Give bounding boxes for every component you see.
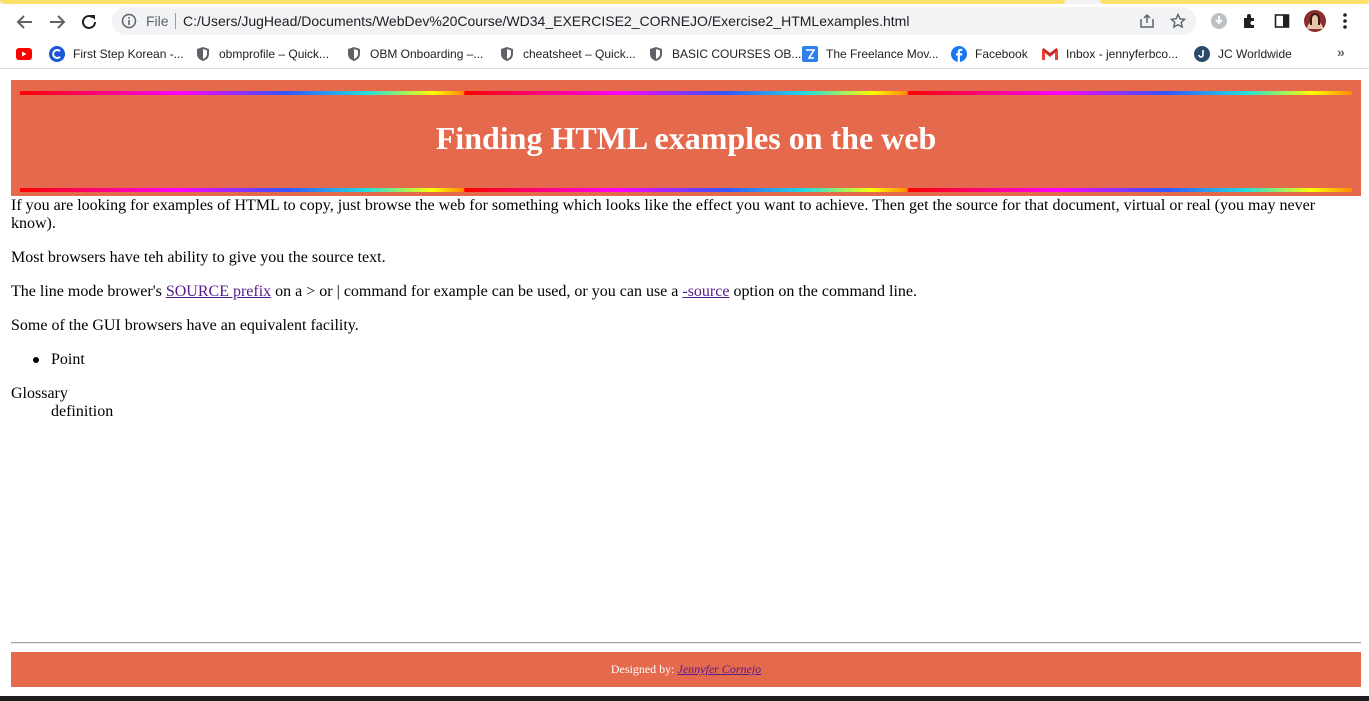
bookmark-facebook[interactable]: Facebook [951,45,1028,62]
address-bar[interactable]: File C:/Users/JugHead/Documents/WebDev%2… [112,7,1196,35]
address-separator [175,13,176,29]
bookmark-label: OBM Onboarding –... [370,46,484,61]
browser-toolbar: File C:/Users/JugHead/Documents/WebDev%2… [0,4,1369,38]
shield-icon [195,46,211,62]
paragraph: Some of the GUI browsers have an equival… [11,317,359,334]
footer-text: Designed by: [610,662,678,676]
header-banner: Finding HTML examples on the web [11,80,1361,196]
site-info-icon[interactable] [121,13,137,34]
taskbar-edge [0,696,1369,701]
bookmark-obm-onboarding[interactable]: OBM Onboarding –... [346,45,483,62]
reload-button[interactable] [76,9,102,35]
bookmark-youtube[interactable] [16,45,40,62]
back-button[interactable] [12,9,38,35]
c-logo-icon [49,45,65,62]
bookmark-label: obmprofile – Quick... [219,46,330,61]
facebook-icon [951,45,967,62]
bookmark-label: The Freelance Mov... [826,46,939,61]
intro-paragraph: If you are looking for examples of HTML … [11,197,1316,232]
bookmark-label: Inbox - jennyferbco... [1066,46,1179,61]
reload-icon [82,14,96,29]
text: The line mode brower's [11,283,166,300]
paragraph: The line mode brower's SOURCE prefix on … [11,283,917,301]
youtube-icon [16,46,32,62]
address-url[interactable]: C:/Users/JugHead/Documents/WebDev%20Cour… [183,13,909,29]
text: option on the command line. [729,283,917,300]
bookmark-obmprofile[interactable]: obmprofile – Quick... [195,45,329,62]
footer: Designed by: Jennyfer Cornejo [11,652,1361,687]
source-option-link[interactable]: -source [682,283,729,300]
side-panel-icon[interactable] [1270,9,1294,33]
menu-icon[interactable] [1333,9,1357,33]
freelance-icon [802,45,818,62]
bookmark-label: BASIC COURSES OB... [672,46,802,61]
bookmark-cheatsheet[interactable]: cheatsheet – Quick... [499,45,636,62]
bookmarks-bar: First Step Korean -... obmprofile – Quic… [0,38,1369,69]
address-scheme: File [146,13,169,29]
bookmark-basic-courses[interactable]: BASIC COURSES OB... [648,45,801,62]
bookmark-label: Facebook [975,46,1028,61]
star-icon[interactable] [1169,12,1187,30]
more-bookmarks-button[interactable]: » [1337,44,1345,60]
list-item: Point [51,351,85,368]
paragraph: Most browsers have teh ability to give y… [11,249,386,266]
bookmark-freelance[interactable]: The Freelance Mov... [802,45,939,62]
text: on a > or | command for example can be u… [271,283,683,300]
author-link[interactable]: Jennyfer Cornejo [678,662,762,676]
glossary-term: Glossary [11,385,68,402]
bookmark-label: cheatsheet – Quick... [523,46,636,61]
web-page: Finding HTML examples on the web If you … [0,69,1369,701]
bookmark-label: First Step Korean -... [73,46,184,61]
glossary-definition: definition [51,403,114,420]
rainbow-divider [20,188,1352,192]
horizontal-rule [11,642,1361,644]
bullet-icon [33,357,39,363]
bookmark-label: JC Worldwide [1218,46,1292,61]
bookmark-first-step-korean[interactable]: First Step Korean -... [49,45,184,62]
source-prefix-link[interactable]: SOURCE prefix [166,283,271,300]
share-icon[interactable] [1138,12,1156,30]
gmail-icon [1042,46,1058,62]
profile-avatar[interactable] [1303,9,1327,33]
jc-icon [1194,45,1210,62]
forward-button[interactable] [44,9,70,35]
arrow-right-icon [50,15,66,29]
bookmark-jc-worldwide[interactable]: JC Worldwide [1194,45,1292,62]
page-title: Finding HTML examples on the web [435,120,937,156]
shield-icon [499,46,515,62]
shield-icon [346,46,362,62]
shield-icon [648,46,664,62]
extensions-icon[interactable] [1238,9,1262,33]
bookmark-gmail[interactable]: Inbox - jennyferbco... [1042,45,1178,62]
rainbow-divider [20,91,1352,95]
download-icon[interactable] [1207,9,1231,33]
arrow-left-icon [16,15,32,29]
